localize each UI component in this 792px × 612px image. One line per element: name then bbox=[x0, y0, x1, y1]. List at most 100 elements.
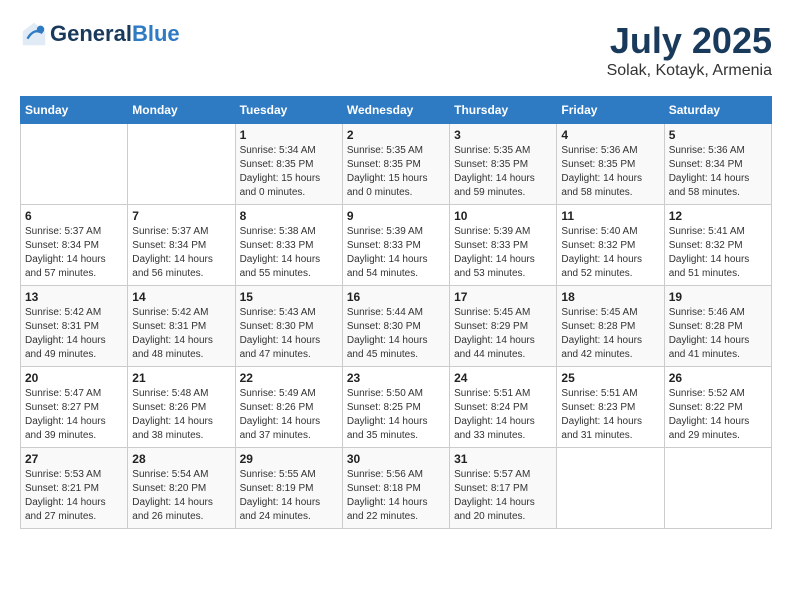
calendar-cell: 14 Sunrise: 5:42 AMSunset: 8:31 PMDayligh… bbox=[128, 286, 235, 367]
calendar-header-row: SundayMondayTuesdayWednesdayThursdayFrid… bbox=[21, 97, 772, 124]
day-number: 11 bbox=[561, 209, 659, 223]
day-info: Sunrise: 5:50 AMSunset: 8:25 PMDaylight:… bbox=[347, 387, 445, 443]
calendar-cell: 27Sunrise: 5:53 AMSunset: 8:21 PMDayligh… bbox=[21, 448, 128, 529]
day-number: 22 bbox=[240, 371, 338, 385]
day-header: Monday bbox=[128, 97, 235, 124]
day-info: Sunrise: 5:53 AMSunset: 8:21 PMDaylight:… bbox=[25, 468, 123, 524]
day-number: 26 bbox=[669, 371, 767, 385]
calendar-cell: 26 Sunrise: 5:52 AMSunset: 8:22 PMDayligh… bbox=[664, 367, 771, 448]
day-info: Sunrise: 5:46 AMSunset: 8:28 PMDaylight:… bbox=[669, 306, 767, 362]
day-header: Tuesday bbox=[235, 97, 342, 124]
page-header: GeneralBlue July 2025 Solak, Kotayk, Arm… bbox=[20, 20, 772, 80]
calendar-cell: 22 Sunrise: 5:49 AMSunset: 8:26 PMDayligh… bbox=[235, 367, 342, 448]
day-info: Sunrise: 5:51 AMSunset: 8:24 PMDaylight:… bbox=[454, 387, 552, 443]
logo: GeneralBlue bbox=[20, 20, 180, 48]
day-number: 17 bbox=[454, 290, 552, 304]
day-number: 7 bbox=[132, 209, 230, 223]
day-number: 24 bbox=[454, 371, 552, 385]
day-header: Friday bbox=[557, 97, 664, 124]
day-number: 14 bbox=[132, 290, 230, 304]
day-number: 18 bbox=[561, 290, 659, 304]
day-number: 1 bbox=[240, 128, 338, 142]
day-info: Sunrise: 5:42 AMSunset: 8:31 PMDaylight:… bbox=[132, 306, 230, 362]
day-info: Sunrise: 5:42 AMSunset: 8:31 PMDaylight:… bbox=[25, 306, 123, 362]
day-info: Sunrise: 5:52 AMSunset: 8:22 PMDaylight:… bbox=[669, 387, 767, 443]
day-info: Sunrise: 5:37 AMSunset: 8:34 PMDaylight:… bbox=[25, 225, 123, 281]
day-number: 29 bbox=[240, 452, 338, 466]
calendar-week-row: 6 Sunrise: 5:37 AMSunset: 8:34 PMDaylight… bbox=[21, 205, 772, 286]
day-number: 10 bbox=[454, 209, 552, 223]
day-info: Sunrise: 5:36 AMSunset: 8:35 PMDaylight:… bbox=[561, 144, 659, 200]
calendar-cell: 1Sunrise: 5:34 AMSunset: 8:35 PMDaylight… bbox=[235, 124, 342, 205]
calendar-cell bbox=[21, 124, 128, 205]
day-number: 6 bbox=[25, 209, 123, 223]
calendar-cell: 9Sunrise: 5:39 AMSunset: 8:33 PMDaylight… bbox=[342, 205, 449, 286]
day-header: Saturday bbox=[664, 97, 771, 124]
day-number: 23 bbox=[347, 371, 445, 385]
calendar-cell bbox=[557, 448, 664, 529]
calendar-cell: 4Sunrise: 5:36 AMSunset: 8:35 PMDaylight… bbox=[557, 124, 664, 205]
day-info: Sunrise: 5:35 AMSunset: 8:35 PMDaylight:… bbox=[347, 144, 445, 200]
calendar-cell: 5 Sunrise: 5:36 AMSunset: 8:34 PMDaylight… bbox=[664, 124, 771, 205]
day-info: Sunrise: 5:43 AMSunset: 8:30 PMDaylight:… bbox=[240, 306, 338, 362]
calendar-cell: 6 Sunrise: 5:37 AMSunset: 8:34 PMDaylight… bbox=[21, 205, 128, 286]
calendar-week-row: 13 Sunrise: 5:42 AMSunset: 8:31 PMDayligh… bbox=[21, 286, 772, 367]
calendar-cell bbox=[664, 448, 771, 529]
day-info: Sunrise: 5:55 AMSunset: 8:19 PMDaylight:… bbox=[240, 468, 338, 524]
calendar-week-row: 1Sunrise: 5:34 AMSunset: 8:35 PMDaylight… bbox=[21, 124, 772, 205]
calendar-cell: 23 Sunrise: 5:50 AMSunset: 8:25 PMDayligh… bbox=[342, 367, 449, 448]
day-info: Sunrise: 5:41 AMSunset: 8:32 PMDaylight:… bbox=[669, 225, 767, 281]
day-number: 25 bbox=[561, 371, 659, 385]
day-info: Sunrise: 5:37 AMSunset: 8:34 PMDaylight:… bbox=[132, 225, 230, 281]
calendar-week-row: 27Sunrise: 5:53 AMSunset: 8:21 PMDayligh… bbox=[21, 448, 772, 529]
calendar-cell: 20 Sunrise: 5:47 AMSunset: 8:27 PMDayligh… bbox=[21, 367, 128, 448]
logo-icon bbox=[20, 20, 48, 48]
day-number: 31 bbox=[454, 452, 552, 466]
calendar-cell: 8Sunrise: 5:38 AMSunset: 8:33 PMDaylight… bbox=[235, 205, 342, 286]
day-header: Sunday bbox=[21, 97, 128, 124]
calendar-cell: 17 Sunrise: 5:45 AMSunset: 8:29 PMDayligh… bbox=[450, 286, 557, 367]
day-info: Sunrise: 5:48 AMSunset: 8:26 PMDaylight:… bbox=[132, 387, 230, 443]
day-number: 28 bbox=[132, 452, 230, 466]
calendar-cell: 19Sunrise: 5:46 AMSunset: 8:28 PMDayligh… bbox=[664, 286, 771, 367]
calendar-cell: 21 Sunrise: 5:48 AMSunset: 8:26 PMDayligh… bbox=[128, 367, 235, 448]
calendar-week-row: 20 Sunrise: 5:47 AMSunset: 8:27 PMDayligh… bbox=[21, 367, 772, 448]
calendar-cell: 12 Sunrise: 5:41 AMSunset: 8:32 PMDayligh… bbox=[664, 205, 771, 286]
calendar-cell: 10Sunrise: 5:39 AMSunset: 8:33 PMDayligh… bbox=[450, 205, 557, 286]
calendar-cell: 24 Sunrise: 5:51 AMSunset: 8:24 PMDayligh… bbox=[450, 367, 557, 448]
calendar-cell: 28 Sunrise: 5:54 AMSunset: 8:20 PMDayligh… bbox=[128, 448, 235, 529]
day-number: 13 bbox=[25, 290, 123, 304]
day-number: 9 bbox=[347, 209, 445, 223]
day-info: Sunrise: 5:54 AMSunset: 8:20 PMDaylight:… bbox=[132, 468, 230, 524]
day-number: 16 bbox=[347, 290, 445, 304]
calendar-cell: 18Sunrise: 5:45 AMSunset: 8:28 PMDayligh… bbox=[557, 286, 664, 367]
day-number: 20 bbox=[25, 371, 123, 385]
day-info: Sunrise: 5:35 AMSunset: 8:35 PMDaylight:… bbox=[454, 144, 552, 200]
day-number: 2 bbox=[347, 128, 445, 142]
day-info: Sunrise: 5:51 AMSunset: 8:23 PMDaylight:… bbox=[561, 387, 659, 443]
day-number: 30 bbox=[347, 452, 445, 466]
day-info: Sunrise: 5:49 AMSunset: 8:26 PMDaylight:… bbox=[240, 387, 338, 443]
day-info: Sunrise: 5:40 AMSunset: 8:32 PMDaylight:… bbox=[561, 225, 659, 281]
day-info: Sunrise: 5:45 AMSunset: 8:29 PMDaylight:… bbox=[454, 306, 552, 362]
day-info: Sunrise: 5:36 AMSunset: 8:34 PMDaylight:… bbox=[669, 144, 767, 200]
day-number: 21 bbox=[132, 371, 230, 385]
calendar-cell: 7 Sunrise: 5:37 AMSunset: 8:34 PMDaylight… bbox=[128, 205, 235, 286]
calendar-cell bbox=[128, 124, 235, 205]
day-info: Sunrise: 5:57 AMSunset: 8:17 PMDaylight:… bbox=[454, 468, 552, 524]
day-number: 12 bbox=[669, 209, 767, 223]
calendar-table: SundayMondayTuesdayWednesdayThursdayFrid… bbox=[20, 96, 772, 529]
calendar-cell: 15 Sunrise: 5:43 AMSunset: 8:30 PMDayligh… bbox=[235, 286, 342, 367]
logo-text: GeneralBlue bbox=[50, 22, 180, 46]
day-number: 5 bbox=[669, 128, 767, 142]
calendar-cell: 30 Sunrise: 5:56 AMSunset: 8:18 PMDayligh… bbox=[342, 448, 449, 529]
day-info: Sunrise: 5:44 AMSunset: 8:30 PMDaylight:… bbox=[347, 306, 445, 362]
calendar-cell: 16 Sunrise: 5:44 AMSunset: 8:30 PMDayligh… bbox=[342, 286, 449, 367]
calendar-cell: 29 Sunrise: 5:55 AMSunset: 8:19 PMDayligh… bbox=[235, 448, 342, 529]
day-info: Sunrise: 5:47 AMSunset: 8:27 PMDaylight:… bbox=[25, 387, 123, 443]
day-number: 15 bbox=[240, 290, 338, 304]
day-header: Wednesday bbox=[342, 97, 449, 124]
subtitle: Solak, Kotayk, Armenia bbox=[607, 62, 772, 80]
day-info: Sunrise: 5:56 AMSunset: 8:18 PMDaylight:… bbox=[347, 468, 445, 524]
calendar-cell: 3Sunrise: 5:35 AMSunset: 8:35 PMDaylight… bbox=[450, 124, 557, 205]
